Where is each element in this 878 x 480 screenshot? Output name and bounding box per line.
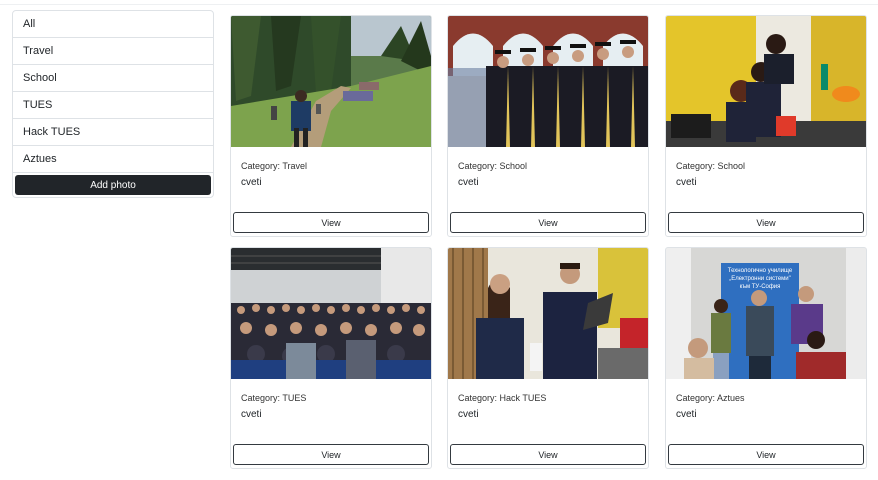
card-author: cveti — [676, 409, 697, 420]
sign-line-1: Технологично училище — [728, 268, 793, 274]
card-author: cveti — [676, 177, 697, 188]
card-category: Category: Aztues — [676, 393, 745, 403]
category-sidebar: All Travel School TUES Hack TUES Aztues … — [12, 10, 214, 198]
photo-card: Category: School cveti View — [665, 15, 867, 237]
sign-line-2: „Електронни системи" — [729, 276, 791, 282]
photo-hack-tues-presenters[interactable] — [448, 248, 648, 379]
sidebar-item-aztues[interactable]: Aztues — [13, 146, 213, 173]
photo-card: Category: Hack TUES cveti View — [447, 247, 649, 469]
top-divider — [0, 0, 878, 5]
card-category: Category: School — [676, 161, 746, 171]
photo-aztues-group[interactable]: Технологично училище „Електронни системи… — [666, 248, 866, 379]
view-button[interactable]: View — [450, 212, 646, 233]
view-button[interactable]: View — [668, 444, 864, 465]
card-category: Category: Travel — [241, 161, 308, 171]
card-author: cveti — [458, 177, 479, 188]
sidebar-item-hack-tues[interactable]: Hack TUES — [13, 119, 213, 146]
sidebar-item-school[interactable]: School — [13, 65, 213, 92]
view-button[interactable]: View — [233, 444, 429, 465]
card-author: cveti — [241, 409, 262, 420]
photo-card: Category: Travel cveti View — [230, 15, 432, 237]
view-button[interactable]: View — [233, 212, 429, 233]
photo-card: Технологично училище „Електронни системи… — [665, 247, 867, 469]
photo-school-laptop[interactable] — [666, 16, 866, 147]
card-author: cveti — [241, 177, 262, 188]
photo-travel-hiking[interactable] — [231, 16, 431, 147]
view-button[interactable]: View — [668, 212, 864, 233]
card-category: Category: Hack TUES — [458, 393, 547, 403]
sidebar-item-travel[interactable]: Travel — [13, 38, 213, 65]
photo-school-graduation[interactable] — [448, 16, 648, 147]
sidebar-item-all[interactable]: All — [13, 11, 213, 38]
card-category: Category: School — [458, 161, 528, 171]
sidebar-item-tues[interactable]: TUES — [13, 92, 213, 119]
photo-card: Category: School cveti View — [447, 15, 649, 237]
sign-line-3: към ТУ-София — [740, 284, 781, 290]
add-photo-button[interactable]: Add photo — [15, 175, 211, 195]
photo-tues-audience[interactable] — [231, 248, 431, 379]
card-author: cveti — [458, 409, 479, 420]
photo-card: Category: TUES cveti View — [230, 247, 432, 469]
view-button[interactable]: View — [450, 444, 646, 465]
card-category: Category: TUES — [241, 393, 307, 403]
